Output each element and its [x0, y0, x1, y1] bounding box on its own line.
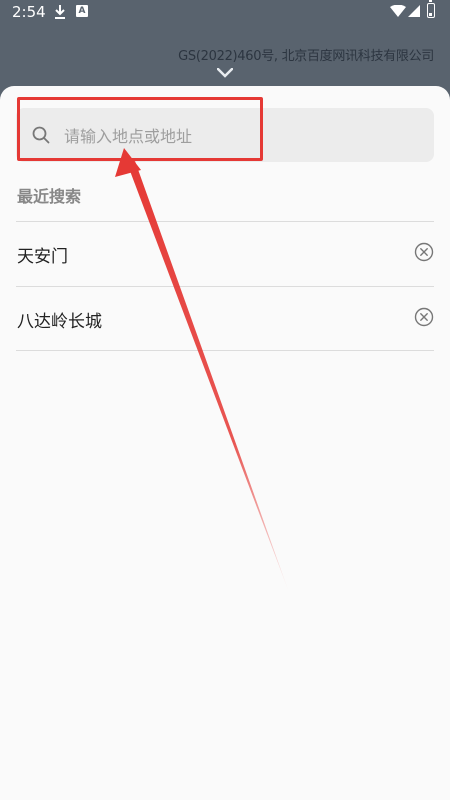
history-item-label: 天安门 — [17, 247, 68, 267]
clear-icon[interactable] — [414, 242, 434, 262]
divider — [16, 350, 434, 351]
status-bar: 2:54 A — [0, 0, 450, 26]
a-icon: A — [76, 5, 88, 17]
history-item-label: 八达岭长城 — [17, 312, 102, 332]
signal-icon — [408, 5, 420, 17]
recent-search-title: 最近搜索 — [17, 187, 82, 206]
list-item[interactable]: 天安门 — [0, 222, 450, 286]
status-time: 2:54 — [12, 3, 46, 21]
battery-icon — [427, 0, 435, 18]
chevron-down-icon[interactable] — [217, 68, 233, 78]
download-icon — [55, 5, 65, 19]
annotation-highlight-box — [17, 97, 263, 161]
list-item[interactable]: 八达岭长城 — [0, 287, 450, 351]
clear-icon[interactable] — [414, 307, 434, 327]
wifi-icon — [390, 5, 406, 17]
map-copyright: GS(2022)460号, 北京百度网讯科技有限公司 — [178, 49, 434, 64]
search-sheet: 最近搜索 天安门 八达岭长城 — [0, 86, 450, 800]
